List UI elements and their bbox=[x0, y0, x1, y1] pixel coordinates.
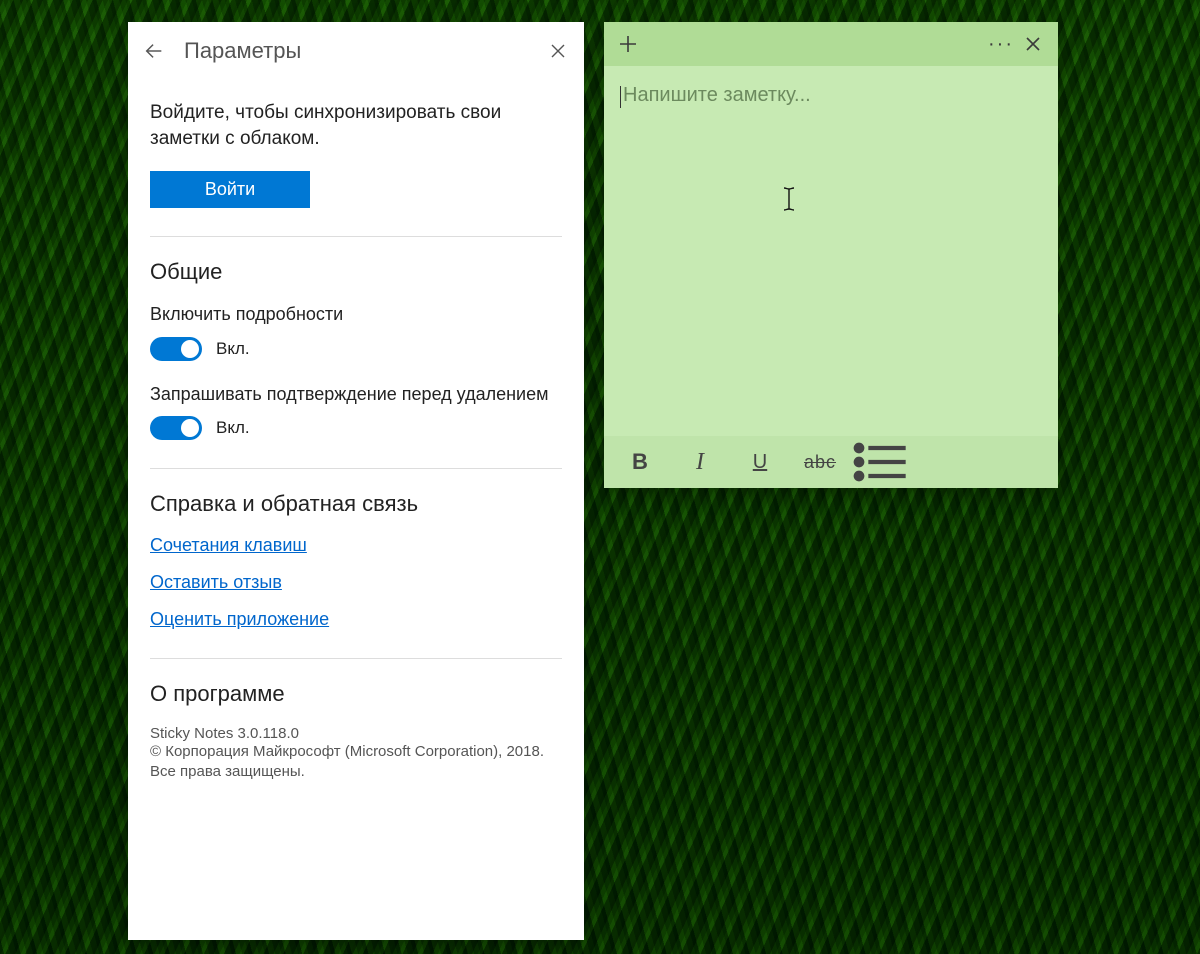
settings-body: Войдите, чтобы синхронизировать свои зам… bbox=[128, 74, 584, 940]
back-arrow-icon[interactable] bbox=[142, 39, 166, 63]
confirm-delete-toggle[interactable] bbox=[150, 416, 202, 440]
underline-button[interactable]: U bbox=[732, 442, 788, 482]
note-format-toolbar: B I U abc bbox=[604, 436, 1058, 488]
insights-toggle[interactable] bbox=[150, 337, 202, 361]
settings-window: Параметры Войдите, чтобы синхронизироват… bbox=[128, 22, 584, 940]
about-copyright: © Корпорация Майкрософт (Microsoft Corpo… bbox=[150, 742, 562, 783]
text-caret bbox=[620, 86, 621, 108]
note-text-area[interactable]: Напишите заметку... bbox=[604, 66, 1058, 436]
divider bbox=[150, 236, 562, 237]
divider bbox=[150, 658, 562, 659]
note-menu-button[interactable]: ··· bbox=[984, 33, 1018, 56]
rate-app-link[interactable]: Оценить приложение bbox=[150, 609, 562, 630]
close-icon[interactable] bbox=[546, 39, 570, 63]
divider bbox=[150, 468, 562, 469]
about-version: Sticky Notes 3.0.118.0 bbox=[150, 725, 562, 742]
insights-toggle-state: Вкл. bbox=[216, 339, 250, 359]
help-heading: Справка и обратная связь bbox=[150, 491, 562, 517]
confirm-delete-label: Запрашивать подтверждение перед удаление… bbox=[150, 383, 562, 406]
strikethrough-button[interactable]: abc bbox=[792, 442, 848, 482]
mouse-text-cursor-icon bbox=[782, 186, 796, 219]
confirm-delete-toggle-row: Вкл. bbox=[150, 416, 562, 440]
insights-toggle-row: Вкл. bbox=[150, 337, 562, 361]
note-close-button[interactable] bbox=[1018, 36, 1048, 52]
general-heading: Общие bbox=[150, 259, 562, 285]
note-placeholder: Напишите заметку... bbox=[623, 84, 811, 106]
settings-header: Параметры bbox=[128, 22, 584, 74]
sticky-note-window: ··· Напишите заметку... B I U abc bbox=[604, 22, 1058, 488]
settings-title: Параметры bbox=[184, 38, 528, 64]
sync-prompt-text: Войдите, чтобы синхронизировать свои зам… bbox=[150, 100, 562, 151]
italic-button[interactable]: I bbox=[672, 442, 728, 482]
insights-label: Включить подробности bbox=[150, 303, 562, 326]
about-heading: О программе bbox=[150, 681, 562, 707]
bullet-list-button[interactable] bbox=[852, 442, 908, 482]
note-titlebar: ··· bbox=[604, 22, 1058, 66]
signin-button[interactable]: Войти bbox=[150, 171, 310, 208]
feedback-link[interactable]: Оставить отзыв bbox=[150, 572, 562, 593]
bold-button[interactable]: B bbox=[612, 442, 668, 482]
confirm-delete-toggle-state: Вкл. bbox=[216, 418, 250, 438]
shortcuts-link[interactable]: Сочетания клавиш bbox=[150, 535, 562, 556]
new-note-button[interactable] bbox=[614, 30, 642, 58]
